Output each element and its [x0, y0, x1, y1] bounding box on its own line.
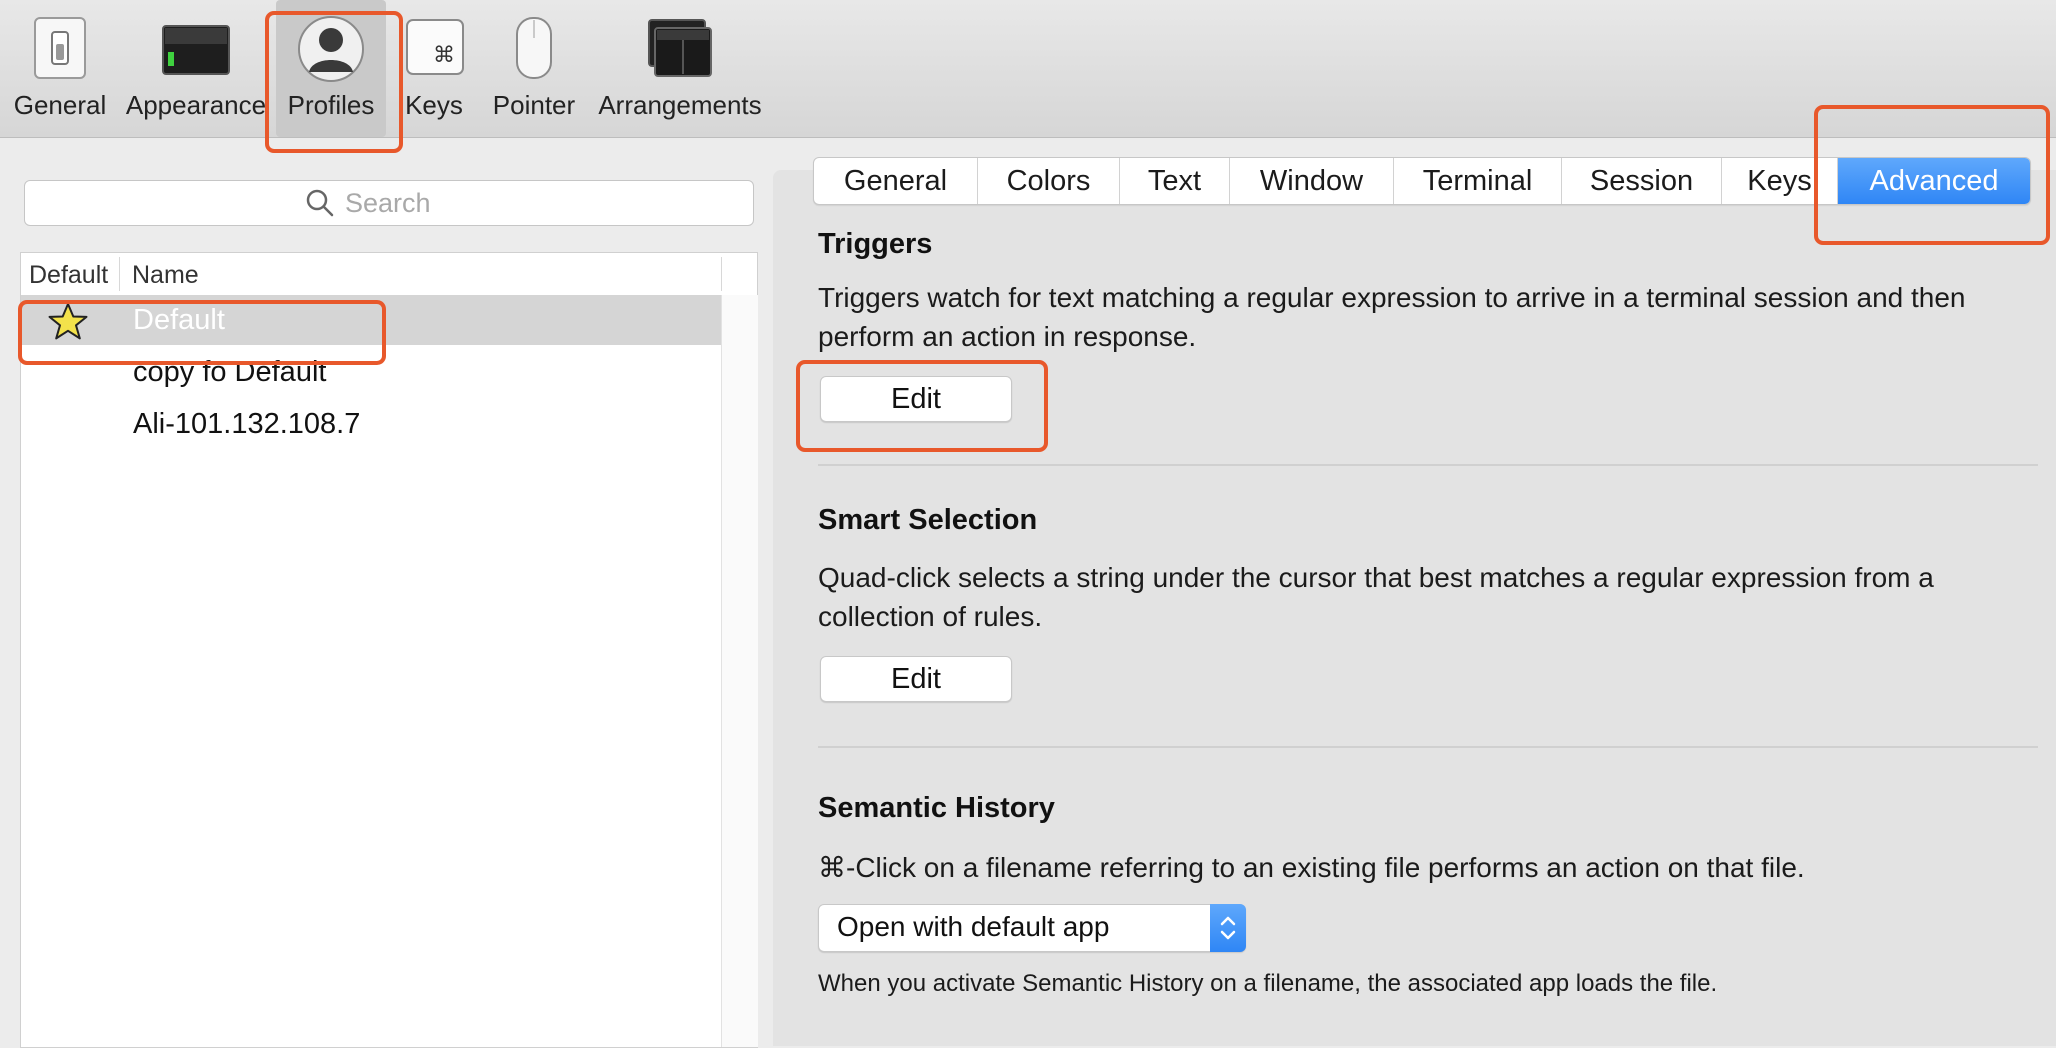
triggers-edit-button[interactable]: Edit	[820, 376, 1012, 422]
profile-name: Ali-101.132.108.7	[133, 408, 361, 440]
toolbar-label-keys: Keys	[405, 90, 463, 120]
search-field-content: Search	[305, 187, 431, 219]
column-divider[interactable]	[721, 257, 722, 291]
profile-name: Default	[133, 304, 225, 336]
section-divider	[818, 746, 2038, 748]
tab-keys[interactable]: Keys	[1722, 158, 1838, 204]
column-header-name[interactable]: Name	[132, 261, 199, 290]
profile-row[interactable]: Ali-101.132.108.7	[21, 399, 721, 449]
tab-terminal[interactable]: Terminal	[1394, 158, 1562, 204]
toolbar-label-profiles: Profiles	[287, 90, 375, 120]
toolbar-item-general[interactable]: General	[8, 0, 112, 137]
toolbar-label-pointer: Pointer	[492, 90, 576, 120]
column-header-default[interactable]: Default	[29, 261, 108, 290]
table-header: Default Name	[21, 253, 757, 296]
toggle-switch-icon	[34, 17, 86, 79]
semantic-history-note: When you activate Semantic History on a …	[818, 970, 1718, 997]
profile-row-default[interactable]: Default	[21, 295, 721, 345]
profile-list-panel: Search Default Name Default copy fo Defa…	[20, 170, 758, 1048]
table-scroll-track[interactable]	[721, 295, 758, 1047]
semantic-history-description: ⌘-Click on a filename referring to an ex…	[818, 852, 1805, 883]
search-icon	[306, 189, 334, 217]
smart-selection-edit-button[interactable]: Edit	[820, 656, 1012, 702]
column-divider[interactable]	[119, 257, 120, 291]
profile-table: Default Name Default copy fo Default Ali…	[20, 252, 758, 1048]
tab-colors[interactable]: Colors	[978, 158, 1120, 204]
search-input[interactable]: Search	[24, 180, 754, 226]
smart-selection-description: Quad-click selects a string under the cu…	[818, 562, 1934, 632]
toolbar-label-general: General	[13, 90, 107, 120]
toolbar-item-keys[interactable]: ⌘ Keys	[396, 0, 472, 137]
toolbar-label-arrangements: Arrangements	[598, 90, 762, 120]
smart-selection-title: Smart Selection	[818, 504, 1038, 536]
section-divider	[818, 464, 2038, 466]
tab-general[interactable]: General	[814, 158, 978, 204]
semantic-history-select-value: Open with default app	[837, 911, 1110, 942]
profile-name: copy fo Default	[133, 356, 327, 388]
profile-row[interactable]: copy fo Default	[21, 347, 721, 397]
star-icon	[48, 303, 88, 340]
toolbar-item-pointer[interactable]: Pointer	[482, 0, 586, 137]
triggers-description: Triggers watch for text matching a regul…	[818, 282, 1966, 352]
monitor-icon	[162, 25, 230, 75]
toolbar-item-arrangements[interactable]: Arrangements	[592, 0, 768, 137]
command-key-icon: ⌘	[406, 19, 464, 75]
toolbar-item-appearance[interactable]: Appearance	[118, 0, 274, 137]
triggers-title: Triggers	[818, 228, 933, 260]
toolbar-label-appearance: Appearance	[125, 90, 267, 120]
toolbar-item-profiles[interactable]: Profiles	[276, 0, 386, 137]
mouse-icon	[516, 17, 552, 79]
tab-text[interactable]: Text	[1120, 158, 1230, 204]
window-arrangement-icon	[648, 19, 712, 77]
svg-text:⌘: ⌘	[433, 43, 455, 68]
user-silhouette-icon	[298, 16, 364, 82]
profile-settings-panel: General Colors Text Window Terminal Sess…	[773, 157, 2056, 1046]
tab-advanced[interactable]: Advanced	[1838, 158, 2030, 204]
semantic-history-title: Semantic History	[818, 792, 1055, 824]
search-placeholder: Search	[345, 187, 431, 218]
settings-tab-bar: General Colors Text Window Terminal Sess…	[813, 157, 2031, 205]
select-stepper[interactable]	[1210, 904, 1246, 952]
preferences-toolbar: General Appearance Profiles ⌘ Keys Point…	[0, 0, 2056, 138]
tab-window[interactable]: Window	[1230, 158, 1394, 204]
tab-session[interactable]: Session	[1562, 158, 1722, 204]
chevron-up-down-icon	[1220, 916, 1236, 940]
semantic-history-action-select[interactable]: Open with default app	[818, 904, 1246, 952]
